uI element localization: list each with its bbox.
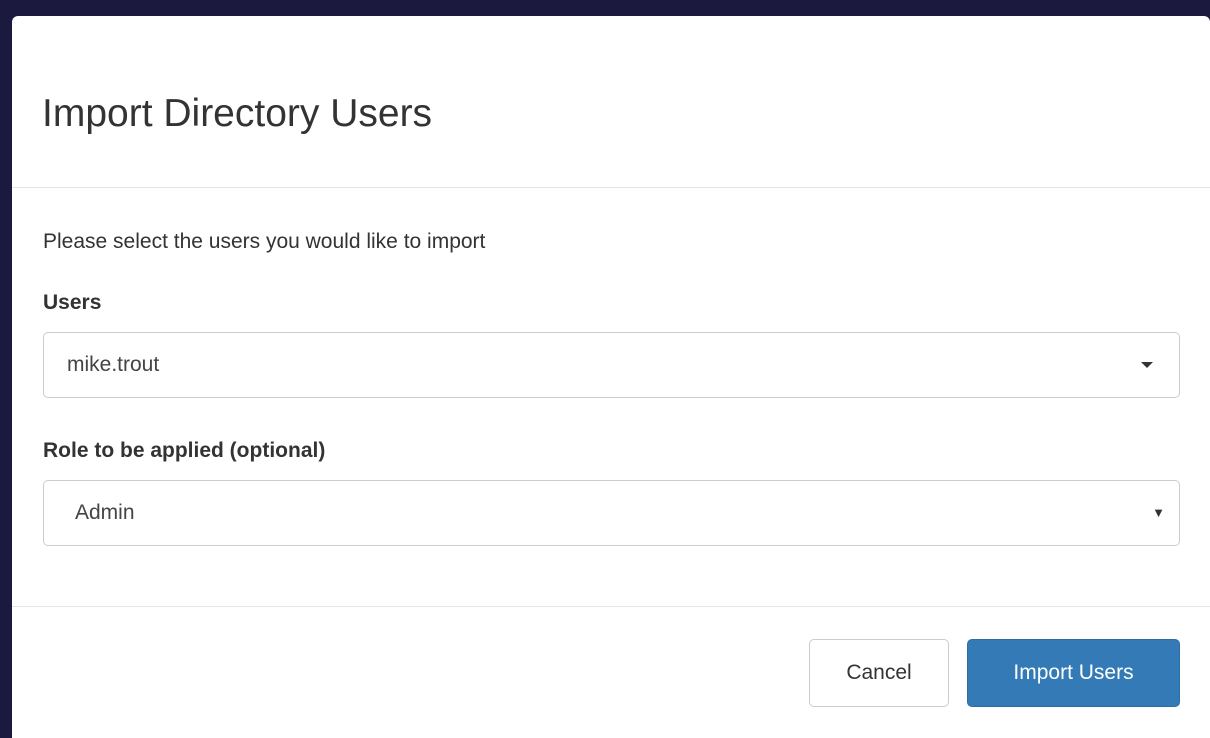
intro-text: Please select the users you would like t… bbox=[43, 230, 486, 253]
chevron-down-icon: ▼ bbox=[1152, 505, 1165, 520]
footer-divider bbox=[12, 606, 1210, 607]
role-label: Role to be applied (optional) bbox=[43, 439, 326, 462]
cancel-button[interactable]: Cancel bbox=[809, 639, 949, 707]
modal-title: Import Directory Users bbox=[42, 92, 433, 135]
users-label: Users bbox=[43, 291, 102, 314]
users-select-value: mike.trout bbox=[67, 353, 160, 376]
role-select-value: Admin bbox=[75, 501, 135, 524]
import-users-button[interactable]: Import Users bbox=[967, 639, 1180, 707]
modal-header: Import Directory Users bbox=[12, 16, 1210, 188]
caret-down-icon bbox=[1141, 362, 1153, 368]
users-select[interactable]: mike.trout bbox=[43, 332, 1180, 398]
role-select[interactable]: Admin ▼ bbox=[43, 480, 1180, 546]
import-users-modal: Import Directory Users Please select the… bbox=[12, 16, 1210, 738]
